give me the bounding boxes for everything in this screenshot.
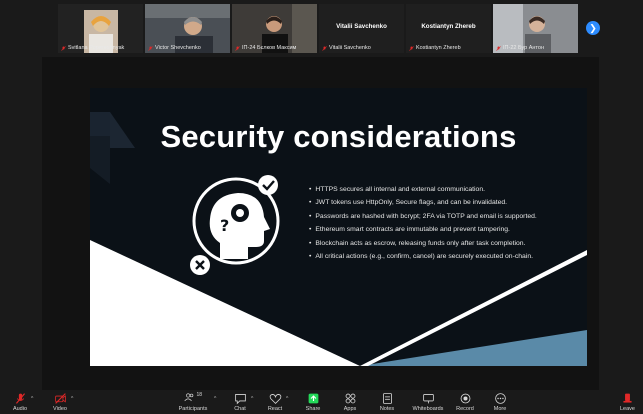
video-button[interactable]: Video <box>50 392 70 414</box>
participants-button[interactable]: 18 Participants <box>178 392 208 414</box>
bullet-item: HTTPS secures all internal and external … <box>309 183 584 196</box>
participant-name: ІП-24 Бєлков Максим <box>235 45 296 51</box>
bullet-item: All critical actions (e.g., confirm, can… <box>309 250 584 263</box>
slide-title: Security considerations <box>160 119 517 154</box>
participant-tile[interactable]: ІП-22 Бур Антон <box>493 4 578 53</box>
participant-name: Svitlana Popereshnyak <box>61 45 124 51</box>
participant-name: Vitalii Savchenko <box>322 45 371 51</box>
heart-icon <box>269 394 281 404</box>
mic-muted-icon <box>496 45 501 51</box>
apps-button[interactable]: Apps <box>340 392 360 414</box>
mic-muted-icon <box>409 45 414 51</box>
bullet-item: Blockchain acts as escrow, releasing fun… <box>309 237 584 250</box>
participant-tile[interactable]: Vitalii Savchenko Vitalii Savchenko <box>319 4 404 53</box>
participant-center-name: Vitalii Savchenko <box>336 23 387 30</box>
participants-count: 18 <box>196 392 203 398</box>
participants-options-caret-icon[interactable]: ^ <box>214 396 216 402</box>
audio-button[interactable]: Audio <box>10 392 30 414</box>
participant-gallery: Svitlana Popereshnyak Victor Shevchenko <box>58 4 581 53</box>
share-screen-icon <box>308 393 318 404</box>
more-button[interactable]: More <box>490 392 510 414</box>
bullet-item: JWT tokens use HttpOnly, Secure flags, a… <box>309 196 584 209</box>
chat-icon <box>234 394 246 405</box>
meeting-toolbar: Audio ^ Video ^ 18 Participants ^ Chat ^… <box>0 390 643 414</box>
participant-name: ІП-22 Бур Антон <box>496 45 544 51</box>
apps-icon <box>345 393 355 404</box>
video-options-caret-icon[interactable]: ^ <box>71 396 73 402</box>
participant-tile[interactable]: Victor Shevchenko <box>145 4 230 53</box>
meeting-window: Svitlana Popereshnyak Victor Shevchenko <box>0 0 643 414</box>
mic-muted-icon <box>61 45 66 51</box>
more-icon <box>494 393 506 404</box>
chat-button[interactable]: Chat <box>230 392 250 414</box>
record-button[interactable]: Record <box>455 392 475 414</box>
chat-options-caret-icon[interactable]: ^ <box>251 396 253 402</box>
participants-icon-wrap: 18 <box>178 392 208 405</box>
react-button[interactable]: React <box>265 392 285 414</box>
svg-text:?: ? <box>220 216 229 235</box>
bullet-item: Ethereum smart contracts are immutable a… <box>309 223 584 236</box>
audio-options-caret-icon[interactable]: ^ <box>31 396 33 402</box>
whiteboards-button[interactable]: Whiteboards <box>412 392 444 414</box>
mic-muted-icon <box>15 393 25 404</box>
participant-tile[interactable]: Kostiantyn Zhereb Kostiantyn Zhereb <box>406 4 491 53</box>
react-options-caret-icon[interactable]: ^ <box>286 396 288 402</box>
mic-muted-icon <box>148 45 153 51</box>
mic-muted-icon <box>322 45 327 51</box>
participant-name: Kostiantyn Zhereb <box>409 45 461 51</box>
leave-button[interactable]: Leave <box>620 392 635 412</box>
whiteboard-icon <box>422 394 434 404</box>
notes-icon <box>382 393 392 404</box>
notes-button[interactable]: Notes <box>377 392 397 414</box>
slide-bullet-list: HTTPS secures all internal and external … <box>309 183 584 263</box>
share-button[interactable]: Share <box>303 392 323 414</box>
bullet-item: Passwords are hashed with bcrypt; 2FA vi… <box>309 210 584 223</box>
video-off-icon <box>54 393 66 404</box>
participants-icon <box>184 393 194 402</box>
participant-tile[interactable]: Svitlana Popereshnyak <box>58 4 143 53</box>
gallery-next-arrow-icon[interactable]: ❯ <box>586 21 600 35</box>
presentation-slide: Security considerations ? HTTPS secures … <box>90 88 587 366</box>
record-icon <box>460 393 470 404</box>
leave-icon <box>623 393 632 403</box>
mic-muted-icon <box>235 45 240 51</box>
security-head-icon: ? <box>190 175 280 275</box>
participant-center-name: Kostiantyn Zhereb <box>421 23 476 30</box>
participant-name: Victor Shevchenko <box>148 45 201 51</box>
participant-tile-active-speaker[interactable]: ІП-24 Бєлков Максим <box>232 4 317 53</box>
